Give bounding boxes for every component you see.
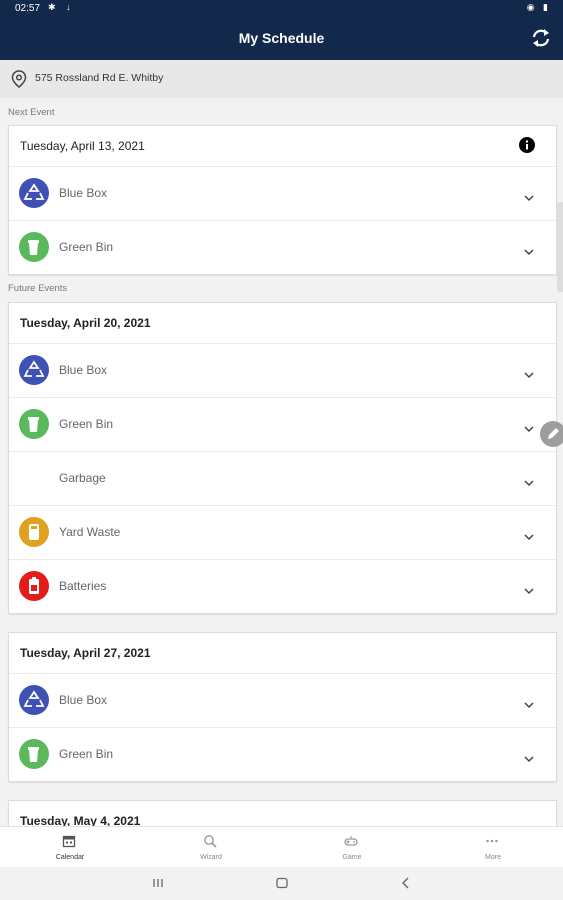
schedule-item-row[interactable]: Green Bin (9, 728, 556, 781)
chevron-down-icon[interactable] (524, 243, 534, 261)
recycle-icon (23, 183, 45, 200)
recycle-icon (23, 360, 45, 377)
back-icon[interactable] (400, 876, 412, 895)
item-badge (19, 685, 49, 715)
refresh-icon[interactable] (531, 27, 551, 49)
item-badge (19, 355, 49, 385)
bin-icon (28, 240, 39, 255)
schedule-item-row[interactable]: Blue Box (9, 167, 556, 221)
bin-icon (28, 417, 39, 432)
status-system-icons: ◉ ▮ (526, 2, 551, 12)
search-icon (203, 834, 217, 853)
nav-label: Calendar (55, 854, 85, 861)
chevron-down-icon[interactable] (524, 528, 534, 546)
schedule-item-row[interactable]: Blue Box (9, 674, 556, 728)
info-icon[interactable] (519, 137, 535, 156)
item-label: Blue Box (59, 363, 108, 377)
system-navigation-bar (0, 867, 563, 900)
event-date-header: Tuesday, April 20, 2021 (9, 303, 556, 344)
nav-more[interactable]: More (423, 827, 563, 868)
address-bar[interactable]: 575 Rossland Rd E. Whitby (0, 60, 563, 98)
chevron-down-icon[interactable] (524, 366, 534, 384)
chevron-down-icon[interactable] (524, 474, 534, 492)
chevron-down-icon[interactable] (524, 582, 534, 600)
calendar-icon (62, 834, 76, 853)
item-label: Garbage (59, 471, 106, 485)
future-events-label: Future Events (8, 283, 68, 294)
item-label: Green Bin (59, 417, 114, 431)
item-badge (19, 232, 49, 262)
nav-label: More (485, 854, 501, 861)
next-event-label: Next Event (8, 107, 55, 118)
item-label: Green Bin (59, 240, 114, 254)
schedule-item-row[interactable]: Green Bin (9, 221, 556, 274)
nav-label: Wizard (200, 854, 222, 861)
item-badge (19, 571, 49, 601)
item-label: Blue Box (59, 186, 108, 200)
item-label: Blue Box (59, 693, 108, 707)
app-bar: My Schedule (0, 18, 563, 60)
nav-label: Game (342, 854, 362, 861)
event-date: Tuesday, April 13, 2021 (20, 139, 145, 153)
nav-game[interactable]: Game (282, 827, 422, 868)
page-title: My Schedule (238, 30, 325, 46)
bin-icon (28, 747, 39, 762)
edit-button[interactable] (540, 421, 563, 447)
item-badge (19, 409, 49, 439)
schedule-item-row[interactable]: Batteries (9, 560, 556, 613)
schedule-item-row[interactable]: Green Bin (9, 398, 556, 452)
event-date: Tuesday, April 20, 2021 (20, 316, 151, 330)
item-label: Batteries (59, 579, 107, 593)
yard-bag-icon (29, 524, 39, 540)
chevron-down-icon[interactable] (524, 189, 534, 207)
more-icon (485, 834, 499, 853)
next-event-card: Tuesday, April 13, 2021 Blue Box Green Bi… (8, 125, 557, 275)
status-bar: 02:57 ✱ ↓ ◉ ▮ (0, 0, 563, 18)
pencil-icon (548, 428, 559, 439)
status-notification-icons: ✱ ↓ (48, 2, 75, 12)
event-date-header: Tuesday, April 27, 2021 (9, 633, 556, 674)
item-label: Green Bin (59, 747, 114, 761)
future-event-card: Tuesday, April 27, 2021 Blue Box Green Bi… (8, 632, 557, 782)
item-label: Yard Waste (59, 525, 121, 539)
home-icon[interactable] (275, 876, 289, 895)
item-badge (19, 739, 49, 769)
status-time: 02:57 (15, 3, 41, 14)
location-pin-icon (11, 70, 27, 91)
nav-calendar[interactable]: Calendar (0, 827, 140, 868)
address-text: 575 Rossland Rd E. Whitby (35, 72, 164, 84)
schedule-item-row[interactable]: Blue Box (9, 344, 556, 398)
item-badge (19, 178, 49, 208)
scroll-handle[interactable] (557, 202, 563, 292)
event-date: Tuesday, April 27, 2021 (20, 646, 151, 660)
gamepad-icon (344, 834, 358, 853)
battery-icon (29, 577, 39, 594)
item-badge (19, 517, 49, 547)
chevron-down-icon[interactable] (524, 420, 534, 438)
event-date-header: Tuesday, April 13, 2021 (9, 126, 556, 167)
future-event-card: Tuesday, April 20, 2021 Blue Box Green Bi… (8, 302, 557, 614)
chevron-down-icon[interactable] (524, 696, 534, 714)
recycle-icon (23, 690, 45, 707)
chevron-down-icon[interactable] (524, 750, 534, 768)
bottom-navigation: Calendar Wizard Game More (0, 826, 563, 868)
nav-wizard[interactable]: Wizard (141, 827, 281, 868)
recent-apps-icon[interactable] (152, 876, 164, 895)
schedule-item-row[interactable]: Garbage (9, 452, 556, 506)
schedule-item-row[interactable]: Yard Waste (9, 506, 556, 560)
